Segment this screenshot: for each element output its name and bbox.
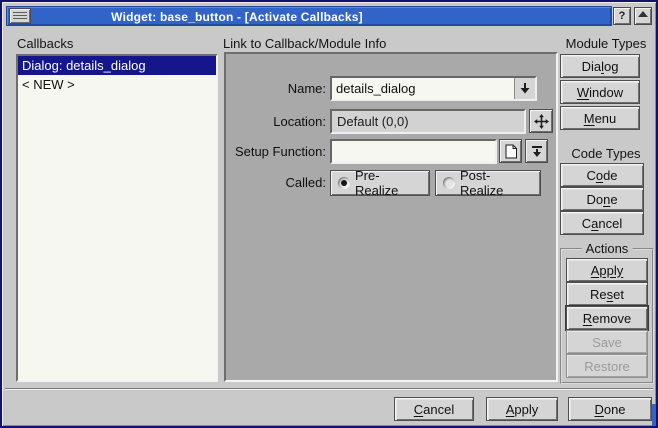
actions-group: Actions Apply Reset Remove Save Restore — [560, 248, 654, 384]
code-type-cancel-button[interactable]: Cancel — [560, 211, 644, 235]
btn-label-key: W — [577, 85, 589, 100]
location-picker-button[interactable] — [529, 109, 553, 133]
btn-label-post: et — [613, 287, 624, 302]
window-title: Widget: base_button - [Activate Callback… — [7, 10, 467, 24]
radio-pre-realize[interactable]: Pre-Realize — [330, 170, 430, 196]
new-function-button[interactable] — [499, 139, 522, 163]
dialog-window: Widget: base_button - [Activate Callback… — [0, 0, 658, 428]
btn-label-pre: Dia — [582, 59, 602, 74]
btn-label-post: emove — [592, 311, 631, 326]
code-types-header: Code Types — [558, 146, 654, 161]
setup-function-input[interactable] — [330, 139, 497, 164]
btn-label-pre: Do — [586, 192, 603, 207]
btn-label-key: C — [414, 402, 423, 417]
btn-label-key: M — [584, 111, 595, 126]
code-type-done-button[interactable]: Done — [560, 187, 644, 211]
btn-label-key: D — [594, 402, 603, 417]
btn-label-key: n — [603, 192, 610, 207]
document-icon — [504, 144, 518, 159]
cancel-button[interactable]: Cancel — [394, 397, 474, 421]
name-dropdown-button[interactable] — [514, 78, 535, 99]
action-apply-button[interactable]: Apply — [566, 258, 648, 282]
link-info-header: Link to Callback/Module Info — [223, 36, 386, 51]
btn-label-post: e — [610, 192, 617, 207]
btn-label-post: ncel — [598, 216, 622, 231]
bottom-separator — [5, 388, 653, 390]
action-restore-button: Restore — [566, 354, 648, 378]
radio-post-realize[interactable]: Post-Realize — [435, 170, 541, 196]
name-combobox — [330, 76, 537, 101]
chevron-down-icon — [518, 82, 532, 95]
btn-label-key: o — [596, 168, 603, 183]
move-arrows-icon — [534, 114, 549, 129]
titlebar[interactable]: Widget: base_button - [Activate Callback… — [6, 6, 612, 26]
btn-label-pre: C — [586, 168, 595, 183]
module-type-menu-button[interactable]: Menu — [560, 106, 640, 130]
maximize-button[interactable] — [634, 7, 652, 25]
radio-label: Post-Realize — [460, 168, 533, 198]
btn-label-post: indow — [589, 85, 623, 100]
action-remove-button[interactable]: Remove — [566, 306, 648, 330]
module-type-dialog-button[interactable]: Dialog — [560, 54, 640, 78]
resize-corner[interactable] — [652, 404, 656, 426]
btn-label-post: one — [604, 402, 626, 417]
done-button[interactable]: Done — [568, 397, 652, 421]
called-label: Called: — [226, 170, 326, 195]
btn-label-pre: Restore — [584, 359, 630, 374]
callbacks-list: Dialog: details_dialog < NEW > — [16, 54, 218, 382]
btn-label-key: A — [506, 402, 515, 417]
grab-function-button[interactable] — [525, 139, 548, 163]
name-label: Name: — [226, 76, 326, 101]
btn-label-pre: Save — [592, 335, 622, 350]
btn-label-post: ancel — [423, 402, 454, 417]
radio-label: Pre-Realize — [355, 168, 422, 198]
radio-selected-icon — [338, 177, 350, 189]
setup-function-label: Setup Function: — [226, 139, 326, 164]
down-arrow-from-bar-icon — [530, 145, 544, 158]
btn-label-post: enu — [595, 111, 617, 126]
btn-label-key: a — [591, 216, 598, 231]
btn-label-post: de — [603, 168, 617, 183]
maximize-icon — [638, 11, 648, 17]
btn-label-key: R — [583, 311, 592, 326]
apply-button[interactable]: Apply — [486, 397, 558, 421]
module-types-header: Module Types — [558, 36, 654, 51]
name-input[interactable] — [332, 78, 514, 99]
list-item-details-dialog[interactable]: Dialog: details_dialog — [18, 56, 216, 75]
callbacks-header: Callbacks — [17, 36, 73, 51]
module-type-window-button[interactable]: Window — [560, 80, 640, 104]
btn-label-post: og — [604, 59, 618, 74]
location-label: Location: — [226, 109, 326, 134]
help-button[interactable]: ? — [613, 7, 631, 25]
btn-label-pre: Re — [590, 287, 607, 302]
action-reset-button[interactable]: Reset — [566, 282, 648, 306]
radio-unselected-icon — [443, 177, 455, 189]
actions-group-title: Actions — [582, 241, 633, 256]
location-field: Default (0,0) — [330, 109, 526, 134]
btn-label-pre: C — [582, 216, 591, 231]
code-type-code-button[interactable]: Code — [560, 163, 644, 187]
callback-info-panel: Name: Location: Default (0,0) Setup Func… — [224, 52, 558, 382]
action-save-button: Save — [566, 330, 648, 354]
btn-label-post: pply — [514, 402, 538, 417]
list-item-new[interactable]: < NEW > — [18, 75, 216, 94]
btn-label-key: Apply — [591, 263, 624, 278]
